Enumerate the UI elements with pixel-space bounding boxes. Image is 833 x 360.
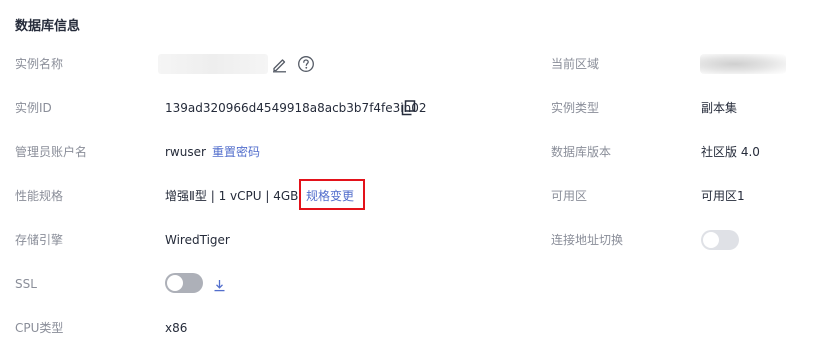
toggle-knob (167, 275, 183, 291)
instance-id-value: 139ad320966d4549918a8acb3b7f4fe3in02 (165, 101, 427, 115)
section-title: 数据库信息 (15, 19, 81, 34)
copy-icon[interactable] (401, 100, 416, 120)
ssl-label: SSL (15, 277, 37, 291)
instance-id-label: 实例ID (15, 101, 52, 115)
address-switch-label: 连接地址切换 (551, 233, 624, 247)
download-icon[interactable] (213, 277, 226, 296)
help-icon[interactable] (297, 55, 315, 77)
ssl-toggle[interactable] (165, 273, 203, 293)
cpu-type-value: x86 (165, 321, 188, 335)
cpu-type-label: CPU类型 (15, 321, 64, 335)
region-label: 当前区域 (551, 57, 600, 71)
availability-zone-value: 可用区1 (701, 189, 745, 203)
region-value-redacted (700, 54, 786, 74)
db-version-value: 社区版 4.0 (701, 145, 760, 159)
edit-icon[interactable] (271, 56, 288, 77)
instance-type-label: 实例类型 (551, 101, 600, 115)
storage-engine-label: 存储引擎 (15, 233, 64, 247)
storage-engine-value: WiredTiger (165, 233, 230, 247)
instance-name-label: 实例名称 (15, 57, 64, 71)
admin-account-label: 管理员账户名 (15, 145, 88, 159)
spec-change-link[interactable]: 规格变更 (306, 188, 354, 204)
admin-account-value: rwuser (165, 145, 206, 159)
instance-name-value-redacted (158, 54, 268, 74)
toggle-knob (703, 232, 719, 248)
db-version-label: 数据库版本 (551, 145, 612, 159)
availability-zone-label: 可用区 (551, 189, 588, 203)
instance-type-value: 副本集 (701, 101, 738, 115)
reset-password-link[interactable]: 重置密码 (212, 144, 260, 160)
spec-value: 增强Ⅱ型 | 1 vCPU | 4GB (165, 189, 299, 203)
spec-label: 性能规格 (15, 189, 64, 203)
address-switch-toggle[interactable] (701, 230, 739, 250)
